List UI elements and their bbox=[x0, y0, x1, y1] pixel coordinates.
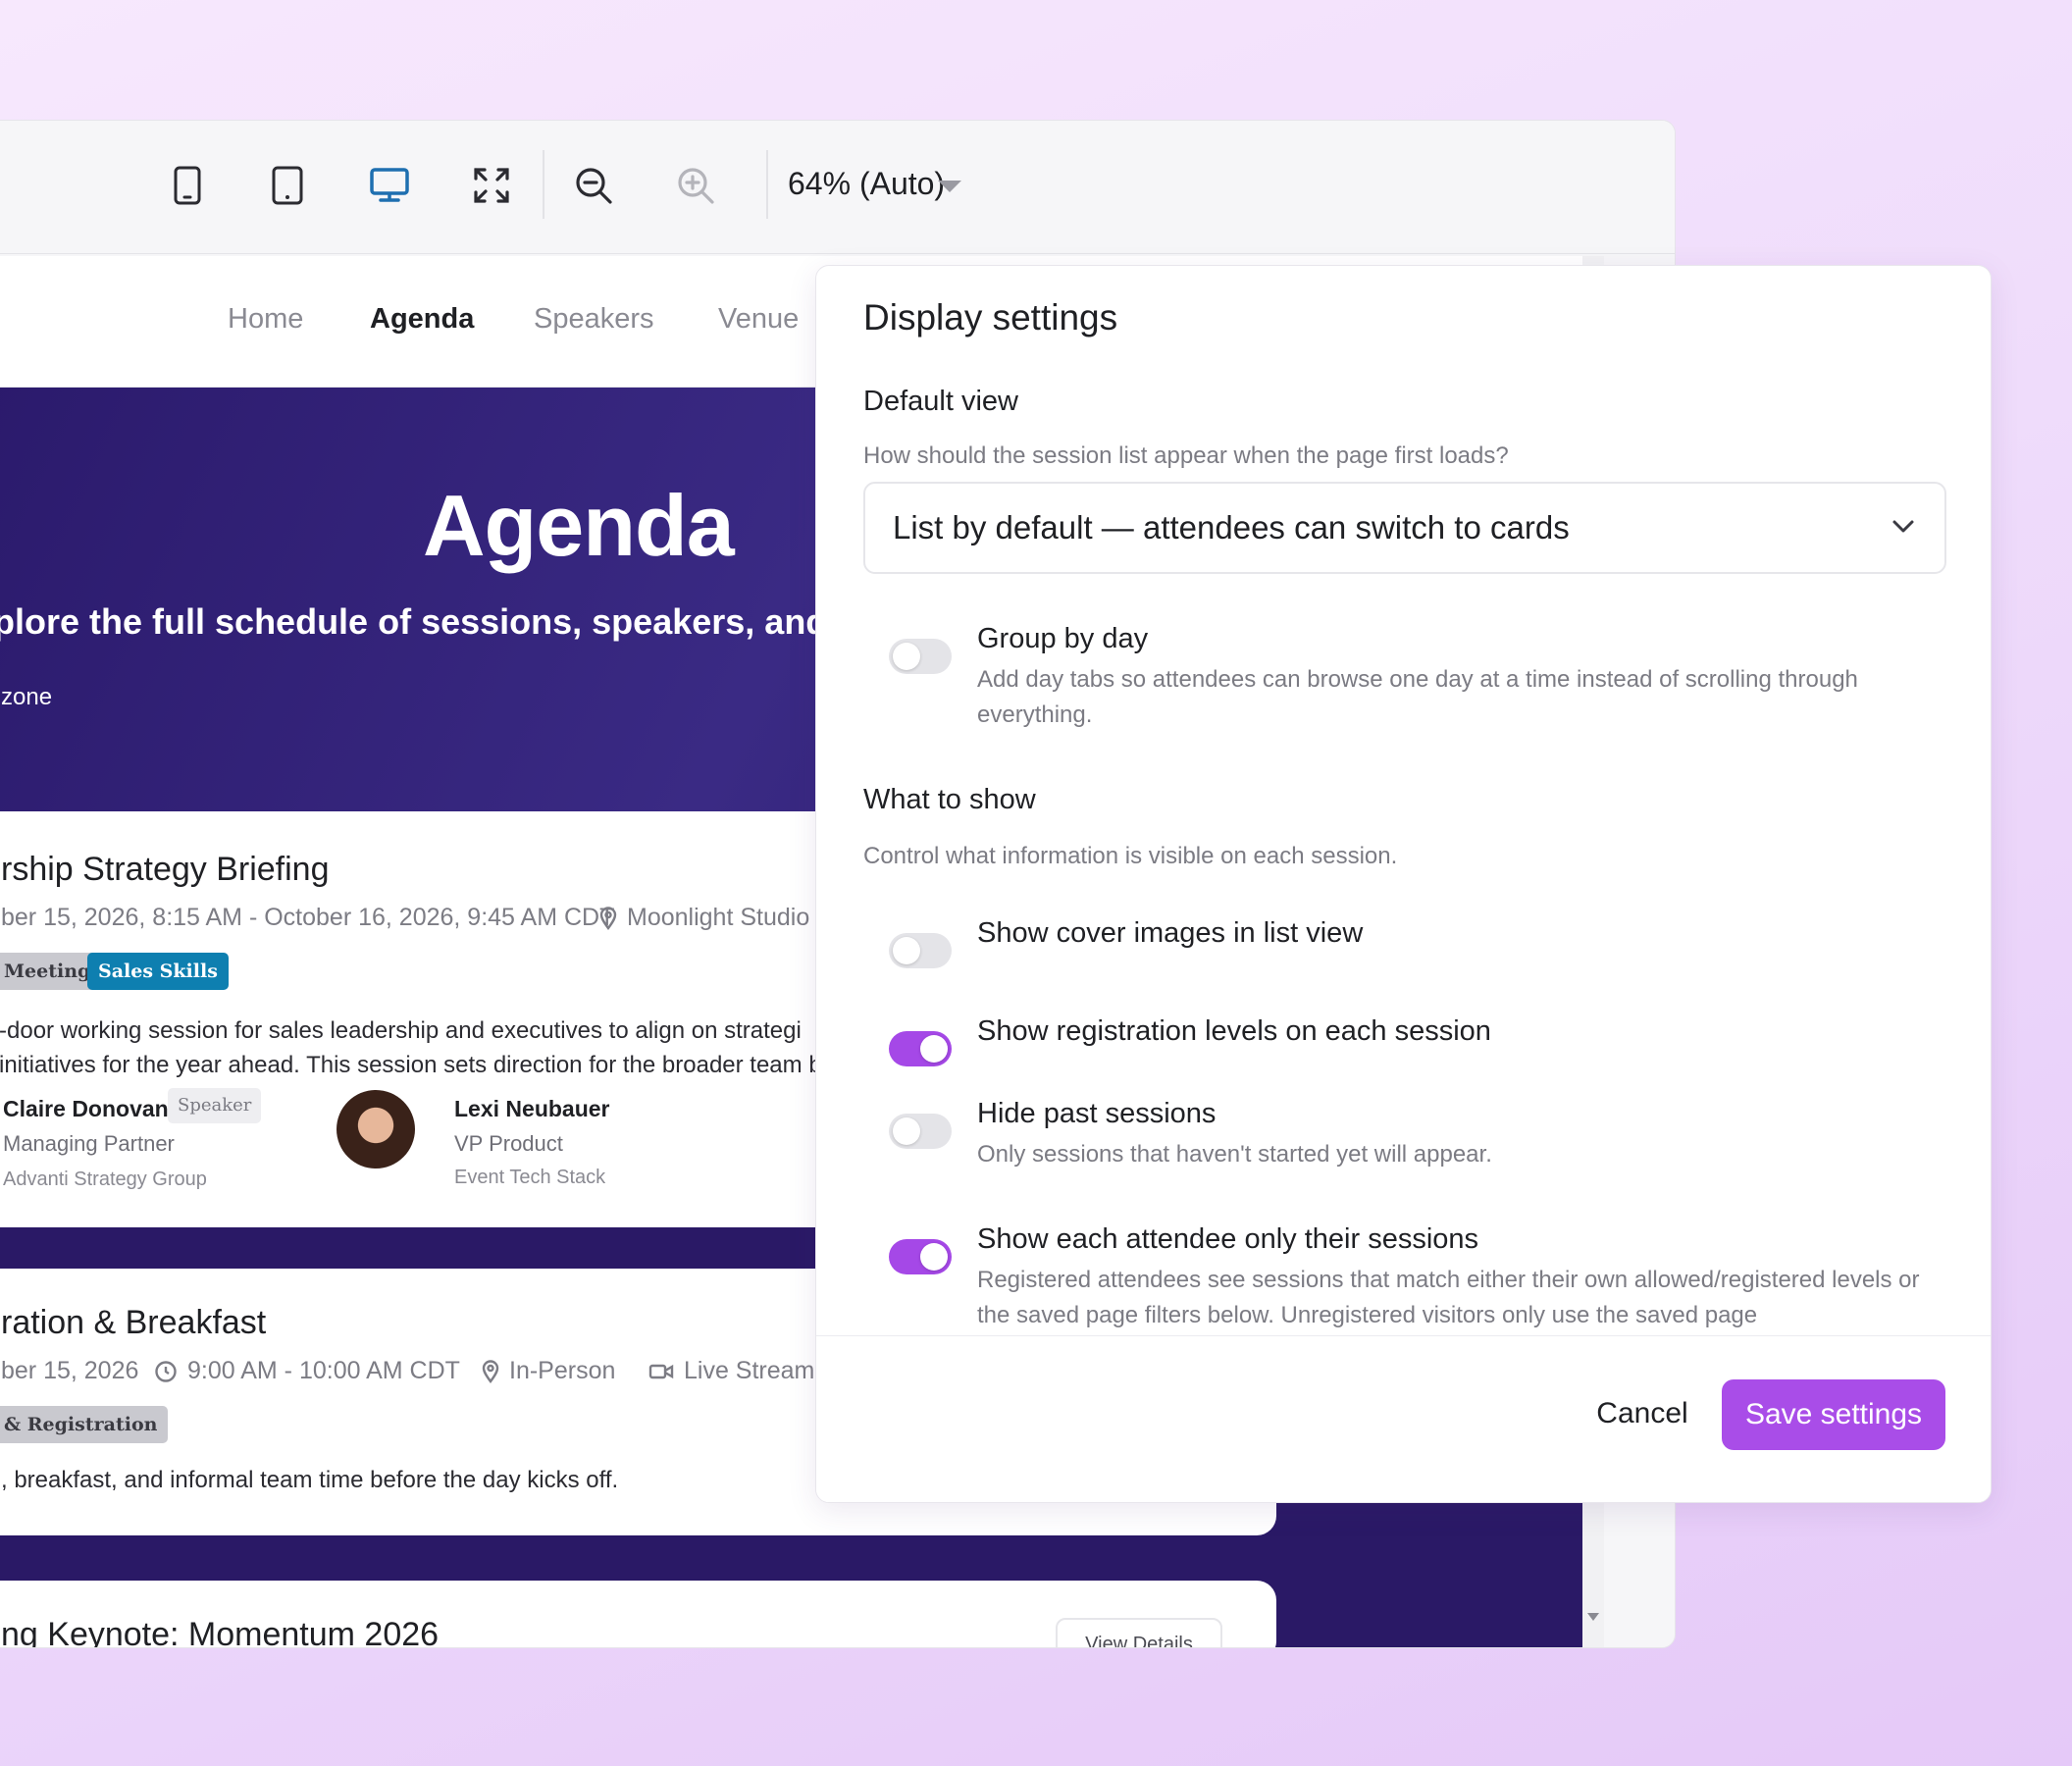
session-stream-label: Live Stream bbox=[684, 1357, 815, 1384]
desktop-preview-button[interactable] bbox=[360, 156, 419, 215]
session-stream: Live Stream bbox=[648, 1357, 814, 1385]
cover-images-label: Show cover images in list view bbox=[977, 917, 1364, 949]
cancel-button[interactable]: Cancel bbox=[1580, 1379, 1705, 1448]
session-description: -door working session for sales leadersh… bbox=[0, 1017, 822, 1078]
group-by-day-label: Group by day bbox=[977, 623, 1149, 654]
hide-past-sessions-label: Hide past sessions bbox=[977, 1098, 1217, 1129]
attendee-sessions-toggle[interactable] bbox=[889, 1239, 952, 1274]
video-camera-icon bbox=[648, 1364, 674, 1378]
speaker-name[interactable]: Claire Donovan bbox=[3, 1096, 169, 1122]
attendee-sessions-label: Show each attendee only their sessions bbox=[977, 1223, 1479, 1255]
zoom-level-select[interactable]: 64% (Auto) bbox=[788, 166, 945, 202]
tablet-preview-button[interactable] bbox=[258, 156, 317, 215]
what-to-show-label: What to show bbox=[863, 784, 1036, 815]
toggle-knob bbox=[893, 937, 920, 964]
avatar bbox=[337, 1090, 415, 1169]
zoom-out-button[interactable] bbox=[564, 156, 623, 215]
toolbar-divider bbox=[543, 150, 544, 219]
view-details-button[interactable]: View Details bbox=[1056, 1618, 1222, 1647]
chevron-down-icon[interactable] bbox=[937, 180, 962, 193]
hero-title: Agenda bbox=[423, 477, 735, 574]
timezone-label: zone bbox=[1, 684, 53, 710]
session-tag: & Registration bbox=[0, 1406, 169, 1443]
nav-agenda[interactable]: Agenda bbox=[370, 303, 474, 336]
registration-levels-label: Show registration levels on each session bbox=[977, 1015, 1491, 1047]
hide-past-sessions-toggle[interactable] bbox=[889, 1114, 952, 1149]
modal-title: Display settings bbox=[863, 297, 1118, 338]
phone-preview-button[interactable] bbox=[158, 156, 217, 215]
session-location: In-Person bbox=[482, 1357, 615, 1385]
hide-past-sessions-description: Only sessions that haven't started yet w… bbox=[977, 1141, 1492, 1168]
phone-icon bbox=[174, 166, 201, 205]
session-title[interactable]: ration & Breakfast bbox=[1, 1304, 266, 1342]
display-settings-modal: Display settings Default view How should… bbox=[815, 265, 1992, 1503]
session-location: Moonlight Studio bbox=[599, 904, 809, 932]
speaker-org: Advanti Strategy Group bbox=[3, 1169, 207, 1190]
toolbar-divider bbox=[766, 150, 768, 219]
session-time-label: 9:00 AM - 10:00 AM CDT bbox=[187, 1357, 460, 1384]
speaker-org: Event Tech Stack bbox=[454, 1167, 606, 1188]
toggle-knob bbox=[920, 1035, 948, 1063]
fullscreen-icon bbox=[474, 168, 509, 203]
clock-icon bbox=[155, 1360, 177, 1382]
group-by-day-description: Add day tabs so attendees can browse one… bbox=[977, 666, 1858, 728]
group-by-day-toggle[interactable] bbox=[889, 639, 952, 674]
session-location-label: In-Person bbox=[509, 1357, 616, 1384]
what-to-show-help: Control what information is visible on e… bbox=[863, 843, 1398, 869]
toggle-knob bbox=[920, 1243, 948, 1271]
session-tag: Meeting bbox=[0, 953, 102, 990]
desktop-icon bbox=[370, 168, 409, 202]
session-location-label: Moonlight Studio bbox=[627, 904, 810, 931]
attendee-sessions-description: Registered attendees see sessions that m… bbox=[977, 1267, 1920, 1328]
zoom-in-button[interactable] bbox=[666, 156, 725, 215]
session-time: 9:00 AM - 10:00 AM CDT bbox=[154, 1357, 460, 1385]
default-view-label: Default view bbox=[863, 386, 1018, 417]
default-view-help: How should the session list appear when … bbox=[863, 442, 1509, 469]
save-settings-button[interactable]: Save settings bbox=[1722, 1379, 1945, 1450]
default-view-value: List by default — attendees can switch t… bbox=[893, 509, 1570, 545]
scroll-down-icon[interactable] bbox=[1586, 1612, 1600, 1622]
default-view-select[interactable]: List by default — attendees can switch t… bbox=[863, 482, 1946, 574]
nav-home[interactable]: Home bbox=[228, 303, 303, 336]
toggle-knob bbox=[893, 1117, 920, 1145]
speaker-name[interactable]: Lexi Neubauer bbox=[454, 1096, 610, 1122]
session-title[interactable]: rship Strategy Briefing bbox=[1, 851, 330, 889]
zoom-out-icon bbox=[576, 168, 612, 204]
registration-levels-toggle[interactable] bbox=[889, 1031, 952, 1066]
preview-toolbar: 64% (Auto) bbox=[0, 121, 1675, 254]
zoom-in-icon bbox=[678, 168, 714, 204]
speaker-badge: Speaker bbox=[168, 1088, 262, 1123]
nav-venue[interactable]: Venue bbox=[718, 303, 799, 336]
session-date: ber 15, 2026 bbox=[1, 1357, 139, 1384]
map-pin-icon bbox=[599, 906, 617, 930]
cover-images-toggle[interactable] bbox=[889, 933, 952, 968]
session-datetime: ber 15, 2026, 8:15 AM - October 16, 2026… bbox=[1, 904, 615, 931]
session-title[interactable]: ng Keynote: Momentum 2026 bbox=[1, 1616, 439, 1647]
session-card[interactable]: ng Keynote: Momentum 2026 View Details bbox=[0, 1581, 1276, 1647]
fullscreen-button[interactable] bbox=[462, 156, 521, 215]
session-tag: Sales Skills bbox=[87, 953, 229, 990]
map-pin-icon bbox=[482, 1359, 499, 1383]
hero-subtitle: xplore the full schedule of sessions, sp… bbox=[0, 601, 891, 642]
speaker-role: VP Product bbox=[454, 1131, 563, 1156]
modal-footer: Cancel Save settings bbox=[816, 1335, 1991, 1502]
toggle-knob bbox=[893, 643, 920, 670]
speaker-role: Managing Partner bbox=[3, 1131, 175, 1156]
tablet-icon bbox=[272, 166, 303, 205]
chevron-down-icon bbox=[1892, 520, 1914, 533]
nav-speakers[interactable]: Speakers bbox=[534, 303, 654, 336]
